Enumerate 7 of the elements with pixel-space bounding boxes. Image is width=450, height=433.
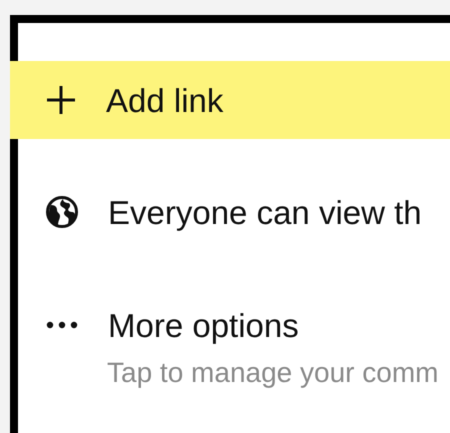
option-description: Tap to manage your comm: [106, 356, 440, 390]
globe-icon: [46, 196, 78, 228]
ellipsis-icon: [46, 321, 78, 329]
visibility-option[interactable]: Everyone can view th: [108, 196, 422, 228]
more-options-item[interactable]: More options: [108, 308, 299, 342]
plus-icon: [46, 85, 76, 115]
add-link-option[interactable]: Add link: [106, 84, 224, 116]
